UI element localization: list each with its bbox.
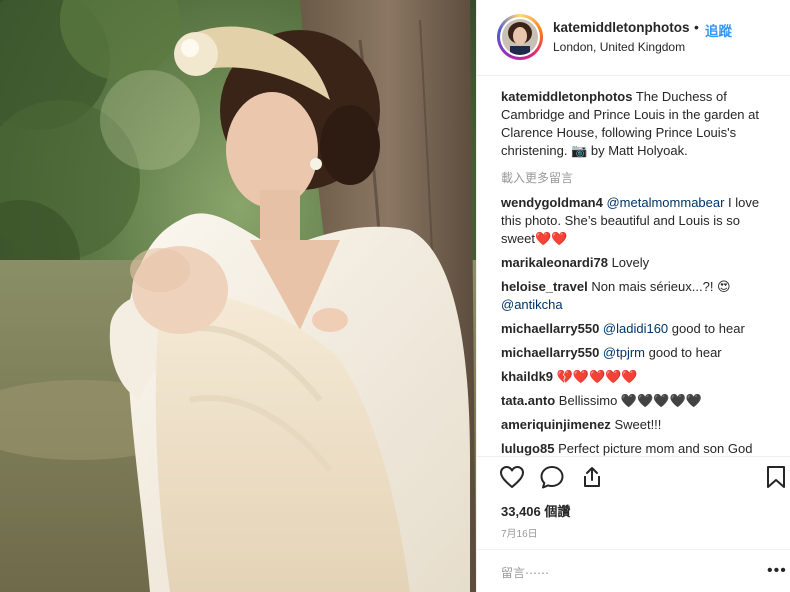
comment-username[interactable]: michaellarry550 bbox=[501, 321, 599, 336]
heart-outline-icon[interactable] bbox=[499, 465, 525, 494]
share-button[interactable] bbox=[580, 465, 604, 489]
comment-username[interactable]: heloise_travel bbox=[501, 279, 588, 294]
comment-mention[interactable]: @antikcha bbox=[501, 297, 563, 312]
more-options-icon[interactable]: ••• bbox=[767, 562, 787, 580]
header-location[interactable]: London, United Kingdom bbox=[553, 40, 685, 54]
like-button[interactable] bbox=[499, 465, 525, 489]
comment-mention[interactable]: @metalmommabear bbox=[606, 195, 724, 210]
share-upload-icon[interactable] bbox=[580, 465, 604, 494]
comment-text: 💔❤️❤️❤️❤️ bbox=[556, 369, 638, 384]
post-header: katemiddletonphotos • 追蹤 London, United … bbox=[477, 0, 790, 76]
post-actions: 33,406 個讚 7月16日 留言⋯⋯ ••• bbox=[477, 456, 790, 586]
comment-text: Perfect picture mom and son God bbox=[558, 441, 753, 456]
comment-mention[interactable]: @ladidi160 bbox=[603, 321, 668, 336]
post-date[interactable]: 7月16日 bbox=[501, 525, 538, 540]
avatar[interactable] bbox=[497, 14, 543, 60]
comment-text: Sweet!!! bbox=[614, 417, 662, 432]
bookmark-icon[interactable] bbox=[765, 465, 787, 494]
speech-bubble-icon[interactable] bbox=[539, 465, 565, 494]
comment-mention[interactable]: @tpjrm bbox=[603, 345, 645, 360]
header-username[interactable]: katemiddletonphotos bbox=[553, 20, 690, 35]
comment-item: ameriquinjimenez Sweet!!! bbox=[501, 416, 777, 434]
comment-item: khaildk9 💔❤️❤️❤️❤️ bbox=[501, 368, 777, 386]
save-button[interactable] bbox=[765, 465, 787, 489]
post-sidebar: katemiddletonphotos • 追蹤 London, United … bbox=[476, 0, 790, 592]
caption: katemiddletonphotos The Duchess of Cambr… bbox=[501, 88, 777, 160]
comment-username[interactable]: tata.anto bbox=[501, 393, 555, 408]
comment-username[interactable]: ameriquinjimenez bbox=[501, 417, 611, 432]
comment-username[interactable]: khaildk9 bbox=[501, 369, 553, 384]
comment-text: Lovely bbox=[611, 255, 650, 270]
add-comment-input[interactable]: 留言⋯⋯ bbox=[501, 564, 549, 581]
comment-item: lulugo85 Perfect picture mom and son God bbox=[501, 440, 777, 456]
caption-username[interactable]: katemiddletonphotos bbox=[501, 89, 632, 104]
comment-text: Non mais sérieux...?! 😍 bbox=[591, 279, 731, 294]
comment-item: michaellarry550 @tpjrm good to hear bbox=[501, 344, 777, 362]
post-photo[interactable] bbox=[0, 0, 476, 592]
avatar-image bbox=[502, 19, 538, 55]
comment-item: michaellarry550 @ladidi160 good to hear bbox=[501, 320, 777, 338]
comment-text: Bellissimo 🖤🖤🖤🖤🖤 bbox=[558, 393, 702, 408]
comment-username[interactable]: lulugo85 bbox=[501, 441, 554, 456]
comment-item: heloise_travel Non mais sérieux...?! 😍 @… bbox=[501, 278, 777, 314]
comment-text: good to hear bbox=[668, 321, 745, 336]
header-separator: • bbox=[694, 19, 699, 35]
load-more-comments-button[interactable]: 載入更多留言 bbox=[501, 169, 777, 187]
add-comment-bar: 留言⋯⋯ ••• bbox=[477, 549, 790, 592]
comment-button[interactable] bbox=[539, 465, 565, 489]
comment-item: wendygoldman4 @metalmommabear I love thi… bbox=[501, 194, 777, 248]
comment-text: good to hear bbox=[645, 345, 722, 360]
follow-button[interactable]: 追蹤 bbox=[705, 20, 732, 40]
comment-username[interactable]: marikaleonardi78 bbox=[501, 255, 608, 270]
comment-username[interactable]: wendygoldman4 bbox=[501, 195, 603, 210]
post-photo-image bbox=[0, 0, 476, 592]
comment-item: tata.anto Bellissimo 🖤🖤🖤🖤🖤 bbox=[501, 392, 777, 410]
like-count[interactable]: 33,406 個讚 bbox=[501, 501, 570, 520]
comment-item: marikaleonardi78 Lovely bbox=[501, 254, 777, 272]
comments-list: katemiddletonphotos The Duchess of Cambr… bbox=[501, 88, 777, 456]
comment-username[interactable]: michaellarry550 bbox=[501, 345, 599, 360]
